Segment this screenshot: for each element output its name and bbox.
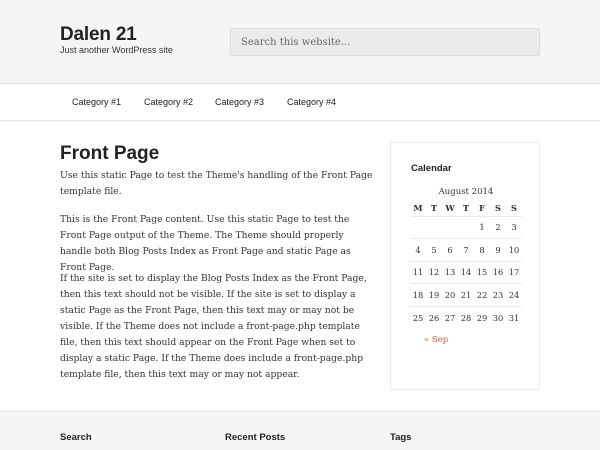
calendar-week-row: 25 26 27 28 29 30 31 [410,305,522,329]
footer-widget-title-search: Search [60,432,92,443]
footer-widgets: Search Recent Posts Tags [0,411,600,450]
nav-item-category-1[interactable]: Category #1 [72,97,121,107]
calendar-week-row: 18 19 20 21 22 23 24 [410,283,522,307]
calendar-day-cell: 25 [410,305,426,329]
calendar-day-header: S [495,202,501,213]
calendar-day-cell: 24 [506,283,522,307]
calendar-day-header: S [511,202,517,213]
calendar-day-cell: 15 [474,260,490,284]
calendar-day-cell: 3 [506,215,522,239]
calendar-day-cell: 7 [458,238,474,262]
footer-widget-title-recent-posts: Recent Posts [225,432,286,443]
calendar-day-cell: 31 [506,305,522,329]
calendar-day-cell: 9 [490,238,506,262]
calendar-day-header: F [479,202,485,213]
calendar-day-cell: 5 [426,238,442,262]
calendar-day-cell: 2 [490,215,506,239]
site-tagline: Just another WordPress site [60,45,173,55]
calendar-day-cell: 22 [474,283,490,307]
calendar-day-cell: 10 [506,238,522,262]
calendar-day-cell [410,215,426,239]
page-paragraph-1: Use this static Page to test the Theme's… [60,170,373,197]
calendar-day-cell: 4 [410,238,426,262]
calendar-day-header: M [413,202,423,213]
calendar-header-row: M T W T F S S [410,200,522,216]
calendar-day-cell [458,215,474,239]
calendar-day-cell: 12 [426,260,442,284]
calendar-day-cell: 17 [506,260,522,284]
calendar-prev-month-link[interactable]: « Sep [424,335,448,345]
nav-item-category-3[interactable]: Category #3 [215,97,264,107]
calendar-day-cell: 28 [458,305,474,329]
calendar-day-cell: 8 [474,238,490,262]
nav-item-category-2[interactable]: Category #2 [144,97,193,107]
calendar-day-cell: 27 [442,305,458,329]
calendar-day-cell: 29 [474,305,490,329]
site-header: Dalen 21 Just another WordPress site [0,0,600,84]
calendar-week-row: 4 5 6 7 8 9 10 [410,238,522,262]
calendar-day-cell: 6 [442,238,458,262]
calendar-day-cell: 19 [426,283,442,307]
calendar-day-cell: 23 [490,283,506,307]
calendar-day-cell: 21 [458,283,474,307]
calendar-day-cell: 30 [490,305,506,329]
calendar-day-cell [442,215,458,239]
calendar-day-header: T [462,202,470,213]
search-input[interactable] [230,28,540,56]
calendar-day-cell: 20 [442,283,458,307]
calendar-day-cell: 18 [410,283,426,307]
calendar-day-cell [426,215,442,239]
calendar-widget-title: Calendar [411,163,452,174]
calendar-widget: Calendar August 2014 M T W T F S S 1 2 3… [390,142,540,390]
calendar-day-cell: 1 [474,215,490,239]
page-title: Front Page [60,143,160,164]
calendar-day-header: W [445,202,455,213]
main-navigation: Category #1 Category #2 Category #3 Cate… [0,85,600,121]
page-paragraph-2: This is the Front Page content. Use this… [60,214,351,273]
page-paragraph-3: If the site is set to display the Blog P… [60,273,367,380]
footer-widget-title-tags: Tags [390,432,412,443]
calendar-day-cell: 11 [410,260,426,284]
calendar-day-cell: 14 [458,260,474,284]
calendar-table: M T W T F S S 1 2 3 4 5 6 7 8 9 10 11 12… [410,200,522,329]
calendar-week-row: 1 2 3 [410,215,522,239]
calendar-day-header: T [430,202,438,213]
calendar-week-row: 11 12 13 14 15 16 17 [410,260,522,284]
calendar-day-cell: 26 [426,305,442,329]
calendar-day-cell: 16 [490,260,506,284]
nav-item-category-4[interactable]: Category #4 [287,97,336,107]
calendar-caption: August 2014 [438,187,494,197]
site-title[interactable]: Dalen 21 [60,24,137,46]
calendar-day-cell: 13 [442,260,458,284]
main-content: Front Page Use this static Page to test … [0,122,600,410]
